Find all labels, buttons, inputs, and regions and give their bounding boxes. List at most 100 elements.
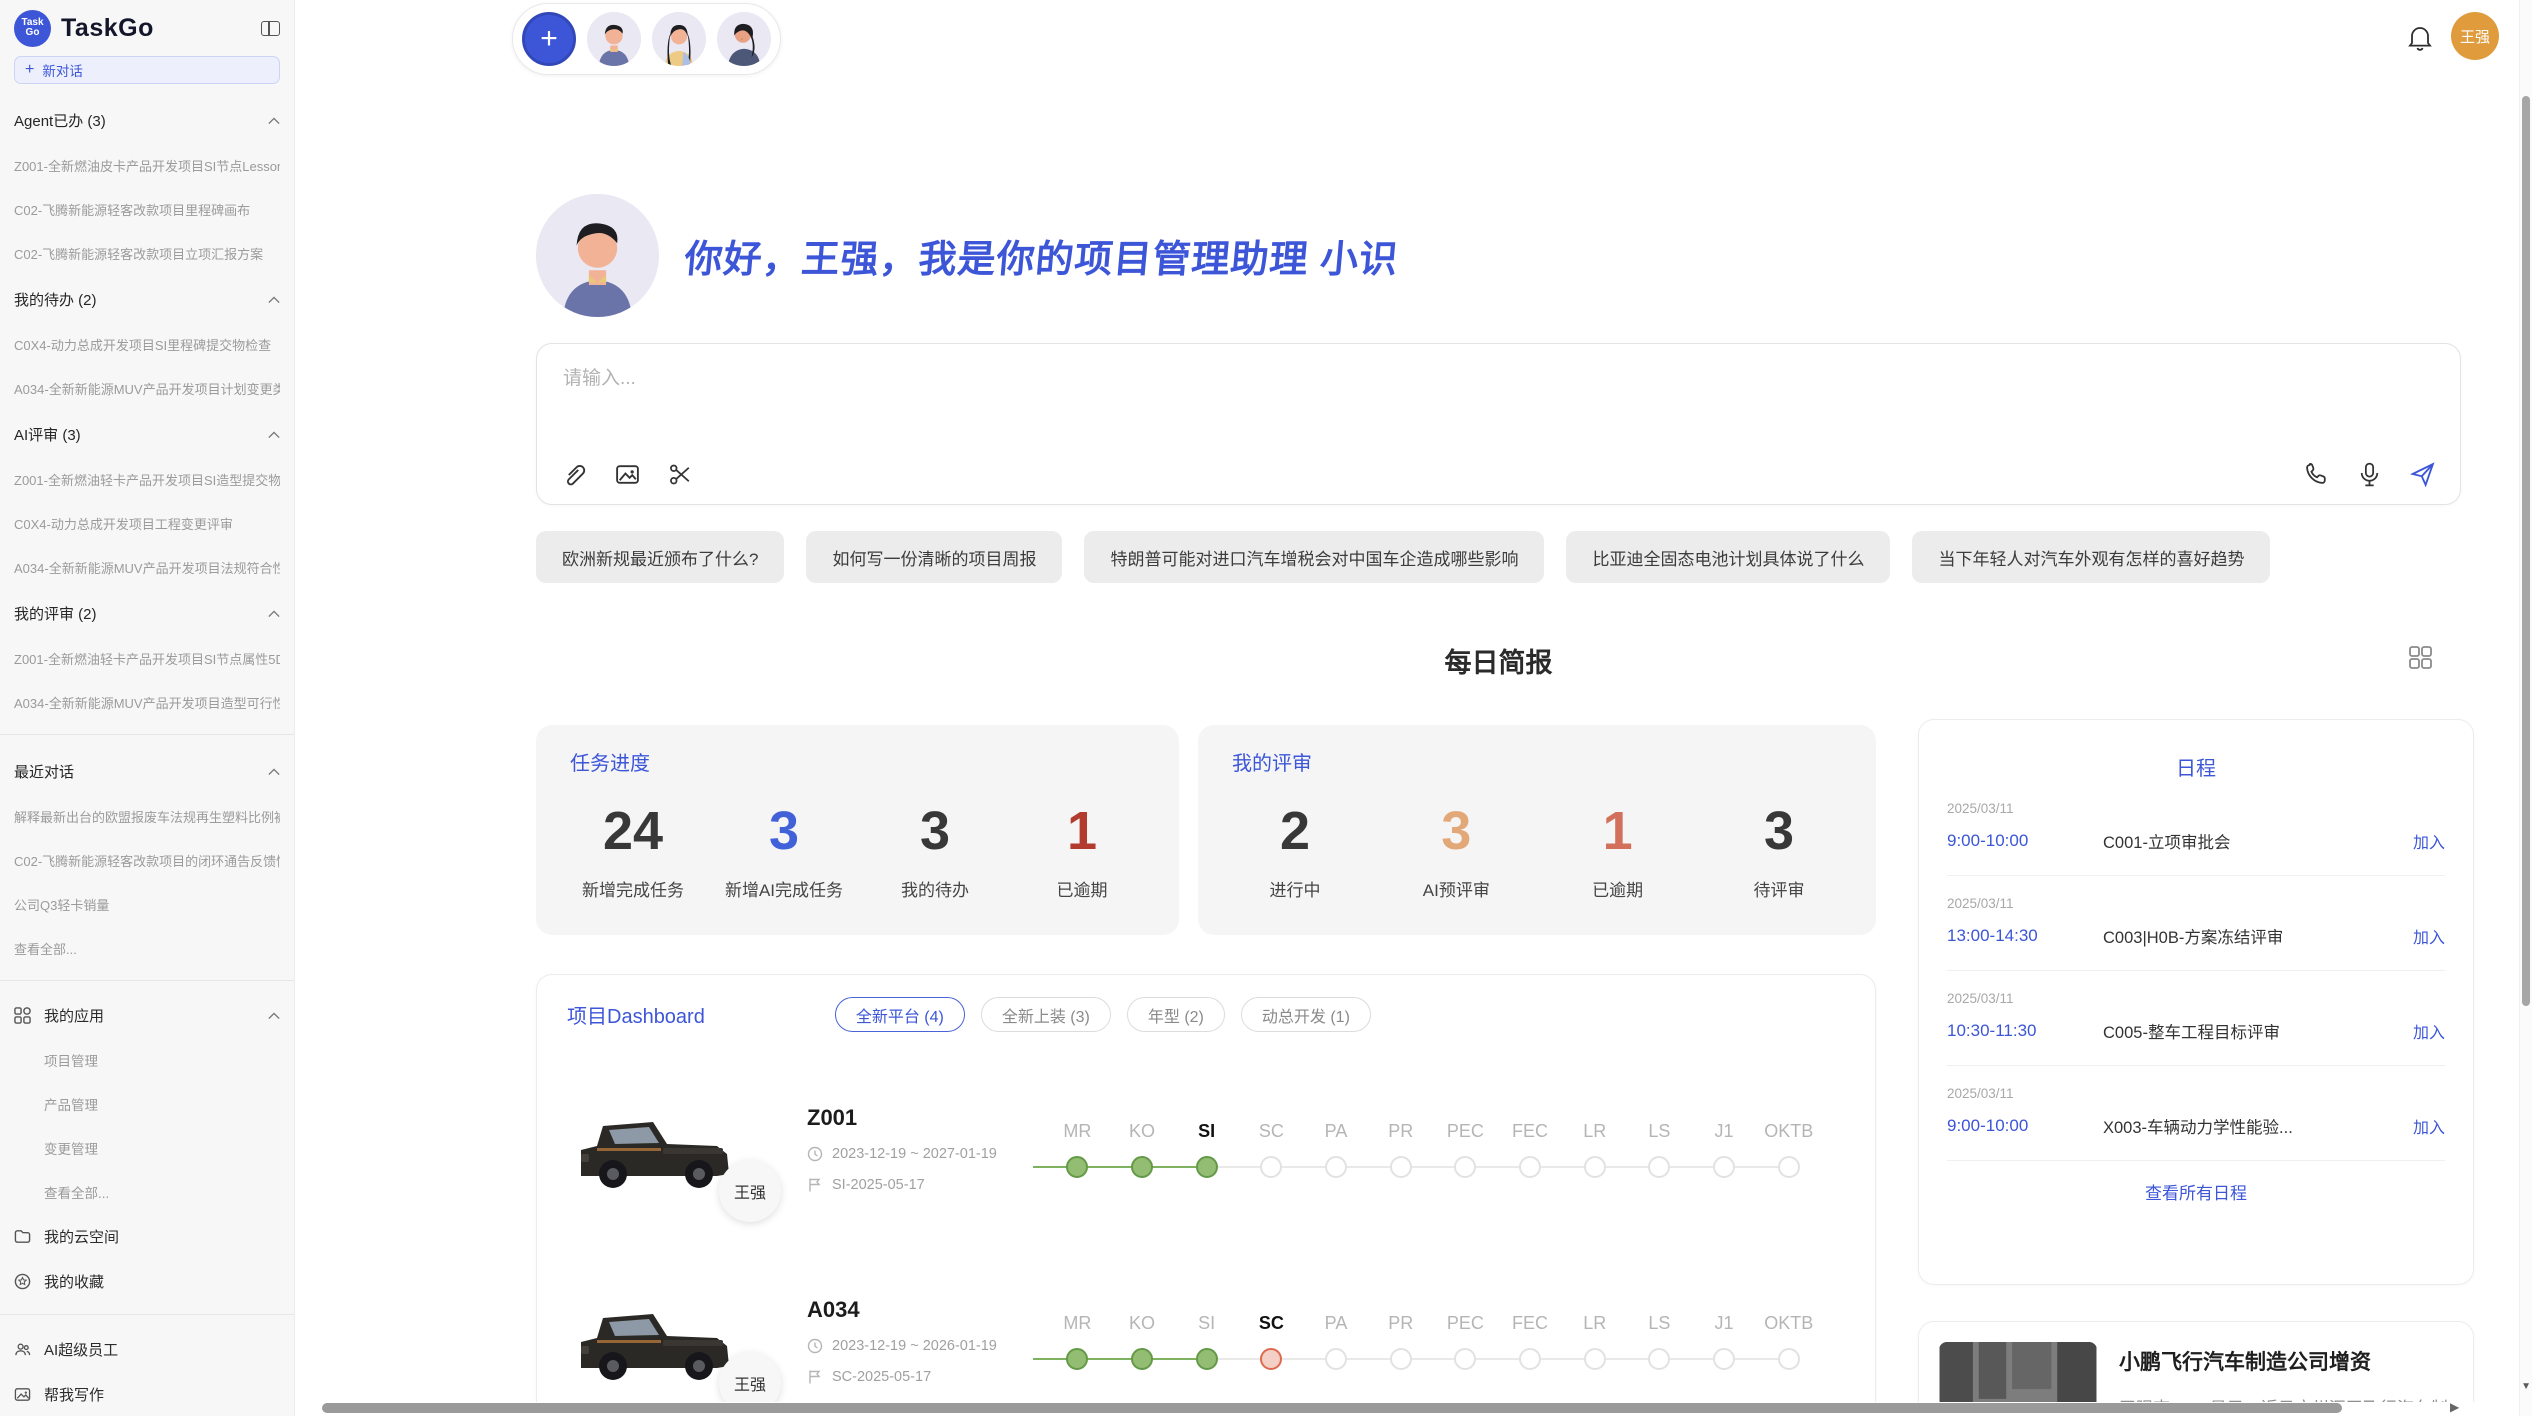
view-all-apps[interactable]: 查看全部...	[44, 1182, 280, 1202]
stat: 3 我的待办	[880, 802, 990, 901]
sidebar-item-write-helper[interactable]: 帮我写作	[14, 1384, 280, 1405]
logo-text-bottom: Go	[26, 28, 40, 38]
join-button[interactable]: 加入	[2413, 924, 2445, 948]
milestone-dot	[1584, 1348, 1606, 1370]
suggestion-chip[interactable]: 当下年轻人对汽车外观有怎样的喜好趋势	[1912, 531, 2270, 583]
list-item[interactable]: Z001-全新燃油轻卡产品开发项目SI造型提交物评审	[14, 470, 280, 489]
sidebar-item-ai-staff[interactable]: AI超级员工	[14, 1339, 280, 1360]
milestone-label: KO	[1110, 1120, 1175, 1142]
milestone-dot	[1648, 1156, 1670, 1178]
flag-icon	[807, 1369, 823, 1385]
send-icon[interactable]	[2409, 461, 2436, 488]
list-item[interactable]: Z001-全新燃油轻卡产品开发项目SI节点属性5D文件评审	[14, 649, 280, 668]
list-item[interactable]: C02-飞腾新能源轻客改款项目的闭环通告反馈情况	[14, 851, 280, 870]
horizontal-scrollbar-thumb[interactable]	[322, 1403, 2342, 1413]
milestone-dot	[1390, 1348, 1412, 1370]
list-item[interactable]: C0X4-动力总成开发项目工程变更评审	[14, 514, 280, 533]
milestone-dot	[1778, 1348, 1800, 1370]
chevron-up-icon[interactable]	[268, 431, 280, 439]
agent-avatar-3[interactable]	[717, 12, 771, 66]
list-item[interactable]: C02-飞腾新能源轻客改款项目立项汇报方案	[14, 244, 280, 263]
my-review-card: 我的评审 2 进行中 3 AI预评审 1	[1198, 725, 1876, 935]
section-agent-done[interactable]: Agent已办 (3)	[14, 110, 280, 131]
chevron-up-icon[interactable]	[268, 1012, 280, 1020]
sidebar-item-change-mgmt[interactable]: 变更管理	[44, 1138, 280, 1158]
chevron-up-icon[interactable]	[268, 117, 280, 125]
milestone-label: FEC	[1498, 1312, 1563, 1334]
section-my-review[interactable]: 我的评审 (2)	[14, 603, 280, 624]
new-chat-button[interactable]: + 新对话	[14, 56, 280, 84]
milestone-dot	[1196, 1348, 1218, 1370]
tab-new-body[interactable]: 全新上装 (3)	[981, 997, 1111, 1032]
sidebar-item-cloud-space[interactable]: 我的云空间	[14, 1226, 280, 1247]
suggestion-chip[interactable]: 特朗普可能对进口汽车增税会对中国车企造成哪些影响	[1084, 531, 1544, 583]
stat-label: 进行中	[1240, 876, 1350, 901]
tab-all-new-platform[interactable]: 全新平台 (4)	[835, 997, 965, 1032]
phone-icon[interactable]	[2303, 461, 2330, 488]
agent-avatar-1[interactable]	[587, 12, 641, 66]
milestone-label: SI	[1174, 1120, 1239, 1142]
daily-brief-title: 每日简报	[536, 641, 2461, 680]
suggestion-chip[interactable]: 比亚迪全固态电池计划具体说了什么	[1566, 531, 1890, 583]
milestone-label: J1	[1692, 1312, 1757, 1334]
attachment-icon[interactable]	[561, 461, 588, 488]
microphone-icon[interactable]	[2356, 461, 2383, 488]
milestone-dot	[1713, 1156, 1735, 1178]
news-card[interactable]: 小鹏飞行汽车制造公司增资 天眼查 App 显示，近日广州汇天飞行汽车制造有限公司…	[1918, 1321, 2474, 1402]
project-row[interactable]: 王强 A034 2023-12-19 ~ 2026-01-19 SC-2025-…	[567, 1266, 1845, 1402]
sidebar-item-my-apps[interactable]: 我的应用	[14, 1005, 280, 1026]
chevron-up-icon[interactable]	[268, 610, 280, 618]
stats-row: 任务进度 24 新增完成任务 3 新增AI完成任务 3	[536, 725, 1876, 935]
join-button[interactable]: 加入	[2413, 829, 2445, 853]
sidebar: Task Go TaskGo + 新对话 Agent已办 (3) Z001-全新…	[0, 0, 295, 1416]
project-dashboard-card: 项目Dashboard 全新平台 (4) 全新上装 (3) 年型 (2) 动总开…	[536, 974, 1876, 1402]
view-all-chats[interactable]: 查看全部...	[14, 939, 280, 958]
image-icon	[14, 1386, 31, 1403]
schedule-time: 13:00-14:30	[1947, 926, 2069, 946]
schedule-name: C001-立项审批会	[2103, 829, 2413, 853]
vertical-scrollbar-thumb[interactable]	[2522, 96, 2530, 1006]
section-my-todo[interactable]: 我的待办 (2)	[14, 289, 280, 310]
list-item[interactable]: A034-全新新能源MUV产品开发项目造型可行性评审	[14, 693, 280, 712]
join-button[interactable]: 加入	[2413, 1019, 2445, 1043]
scissors-icon[interactable]	[667, 461, 694, 488]
tab-powertrain[interactable]: 动总开发 (1)	[1241, 997, 1371, 1032]
layout-grid-icon[interactable]	[2408, 645, 2433, 670]
greeting-text: 你好，王强，我是你的项目管理助理 小识	[683, 228, 1401, 283]
scroll-right-arrow-icon[interactable]: ▶	[2450, 1400, 2459, 1414]
join-button[interactable]: 加入	[2413, 1114, 2445, 1138]
chat-input[interactable]	[563, 368, 2434, 390]
list-item[interactable]: A034-全新新能源MUV产品开发项目计划变更类编写	[14, 379, 280, 398]
apps-grid-icon	[14, 1007, 31, 1024]
stat-value: 3	[1401, 802, 1511, 860]
user-avatar[interactable]: 王强	[2451, 12, 2499, 60]
agent-avatar-2[interactable]	[652, 12, 706, 66]
section-ai-review[interactable]: AI评审 (3)	[14, 424, 280, 445]
list-item[interactable]: A034-全新新能源MUV产品开发项目法规符合性评审	[14, 558, 280, 577]
milestone-label: LS	[1627, 1120, 1692, 1142]
list-item[interactable]: Z001-全新燃油皮卡产品开发项目SI节点Lesson Learn报告	[14, 156, 280, 175]
suggestion-chip[interactable]: 欧洲新规最近颁布了什么?	[536, 531, 784, 583]
notification-bell-icon[interactable]	[2407, 24, 2433, 52]
sidebar-item-product-mgmt[interactable]: 产品管理	[44, 1094, 280, 1114]
view-all-schedule-link[interactable]: 查看所有日程	[1947, 1179, 2445, 1204]
list-item[interactable]: C02-飞腾新能源轻客改款项目里程碑画布	[14, 200, 280, 219]
collapse-sidebar-icon[interactable]	[261, 21, 280, 36]
sidebar-item-favorites[interactable]: 我的收藏	[14, 1271, 280, 1292]
tab-model-year[interactable]: 年型 (2)	[1127, 997, 1225, 1032]
chevron-up-icon[interactable]	[268, 768, 280, 776]
vertical-scrollbar[interactable]: ▼	[2519, 0, 2532, 1416]
list-item[interactable]: C0X4-动力总成开发项目SI里程碑提交物检查	[14, 335, 280, 354]
image-upload-icon[interactable]	[614, 461, 641, 488]
add-agent-button[interactable]: +	[522, 12, 576, 66]
assistant-avatar	[536, 194, 659, 317]
sidebar-item-project-mgmt[interactable]: 项目管理	[44, 1050, 280, 1070]
stat-label: 我的待办	[880, 876, 990, 901]
project-row[interactable]: 王强 Z001 2023-12-19 ~ 2027-01-19 SI-2025-…	[567, 1074, 1845, 1224]
scroll-down-arrow-icon[interactable]: ▼	[2521, 1381, 2531, 1392]
chevron-up-icon[interactable]	[268, 296, 280, 304]
section-recent-chats[interactable]: 最近对话	[14, 761, 280, 782]
suggestion-chip[interactable]: 如何写一份清晰的项目周报	[806, 531, 1062, 583]
list-item[interactable]: 解释最新出台的欧盟报废车法规再生塑料比例被调至15%...	[14, 807, 280, 826]
list-item[interactable]: 公司Q3轻卡销量	[14, 895, 280, 914]
